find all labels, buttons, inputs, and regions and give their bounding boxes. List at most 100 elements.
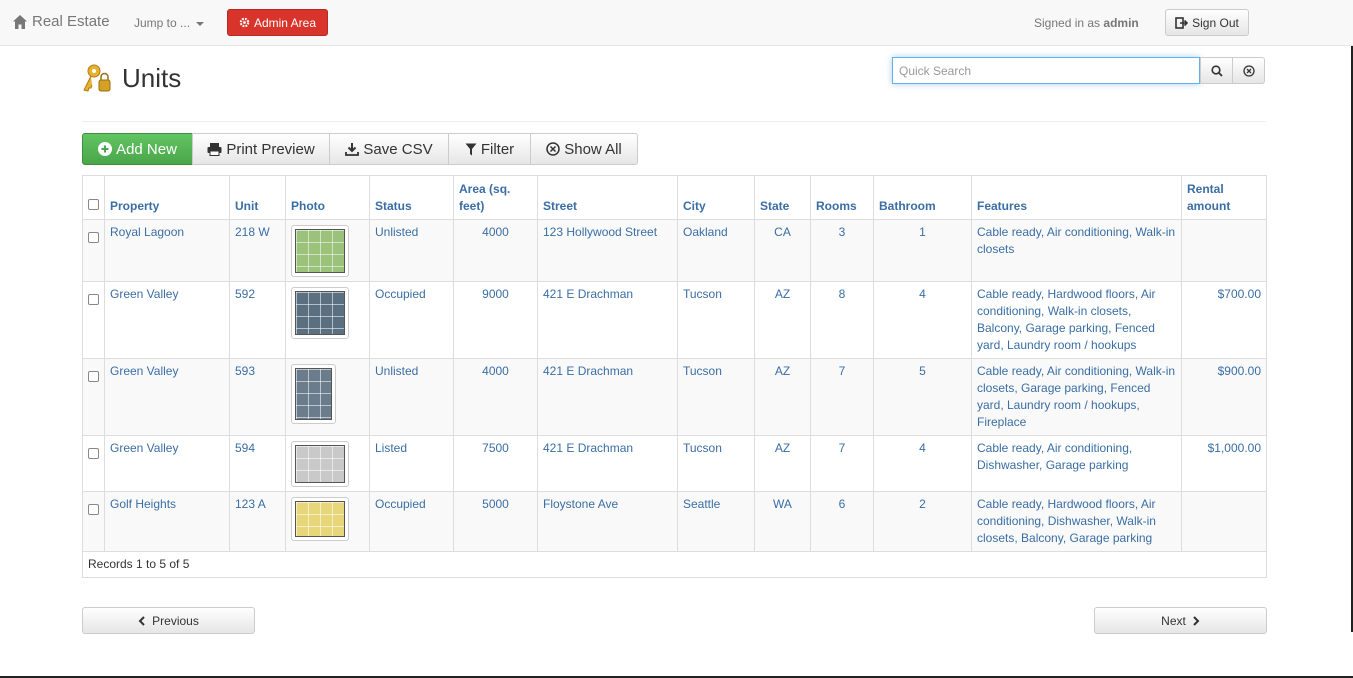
cell-rooms: 7 <box>810 435 874 492</box>
cell-status: Unlisted <box>369 219 454 282</box>
header-photo[interactable]: Photo <box>285 175 370 220</box>
sign-out-button[interactable]: Sign Out <box>1165 9 1249 36</box>
header-bathroom[interactable]: Bathroom <box>873 175 972 220</box>
add-new-button[interactable]: Add New <box>82 133 193 165</box>
row-checkbox[interactable] <box>88 448 99 459</box>
photo-thumbnail[interactable] <box>291 441 349 487</box>
page-header: Units <box>82 62 181 94</box>
cell-city: Tucson <box>677 281 755 359</box>
clear-search-button[interactable] <box>1232 57 1265 84</box>
cell-property[interactable]: Green Valley <box>104 358 230 436</box>
cell-area: 7500 <box>453 435 538 492</box>
cell-area: 9000 <box>453 281 538 359</box>
select-all-cell <box>82 175 105 220</box>
header-property[interactable]: Property <box>104 175 230 220</box>
search-button[interactable] <box>1200 57 1233 84</box>
cell-unit[interactable]: 593 <box>229 358 286 436</box>
cell-rental-amount: $1,000.00 <box>1181 435 1267 492</box>
save-csv-label: Save CSV <box>363 140 433 158</box>
quick-search <box>892 57 1266 84</box>
table-row[interactable]: Royal Lagoon 218 W Unlisted 4000 123 Hol… <box>82 219 1267 282</box>
photo-thumbnail[interactable] <box>291 225 349 277</box>
cell-bathroom: 5 <box>873 358 972 436</box>
cell-rental-amount <box>1181 491 1267 552</box>
table-row[interactable]: Green Valley 594 Listed 7500 421 E Drach… <box>82 435 1267 492</box>
cell-bathroom: 4 <box>873 281 972 359</box>
header-features[interactable]: Features <box>971 175 1182 220</box>
row-checkbox-cell <box>82 358 105 436</box>
cell-property[interactable]: Green Valley <box>104 281 230 359</box>
clear-circle-icon <box>546 142 560 156</box>
search-icon <box>1210 64 1223 77</box>
cell-unit[interactable]: 123 A <box>229 491 286 552</box>
keys-icon <box>83 64 111 92</box>
cell-features: Cable ready, Air conditioning, Walk-in c… <box>971 358 1182 436</box>
jump-to-dropdown[interactable]: Jump to ... <box>134 16 205 30</box>
cell-status: Occupied <box>369 281 454 359</box>
download-icon <box>345 143 360 156</box>
jump-to-label: Jump to ... <box>134 16 191 30</box>
cell-bathroom: 4 <box>873 435 972 492</box>
cell-unit[interactable]: 594 <box>229 435 286 492</box>
cell-city: Tucson <box>677 358 755 436</box>
brand-label: Real Estate <box>32 13 110 30</box>
brand-link[interactable]: Real Estate <box>12 13 110 30</box>
cell-unit[interactable]: 592 <box>229 281 286 359</box>
select-all-checkbox[interactable] <box>88 199 99 210</box>
cell-property[interactable]: Green Valley <box>104 435 230 492</box>
sign-out-icon <box>1175 16 1189 29</box>
row-checkbox[interactable] <box>88 294 99 305</box>
photo-thumbnail[interactable] <box>291 497 349 541</box>
cell-street: 123 Hollywood Street <box>537 219 678 282</box>
chevron-right-icon <box>1193 615 1200 626</box>
cell-rental-amount: $700.00 <box>1181 281 1267 359</box>
header-rooms[interactable]: Rooms <box>810 175 874 220</box>
row-checkbox[interactable] <box>88 232 99 243</box>
quick-search-input[interactable] <box>892 57 1200 84</box>
print-preview-button[interactable]: Print Preview <box>192 133 330 165</box>
filter-icon <box>465 143 477 155</box>
header-street[interactable]: Street <box>537 175 678 220</box>
table-row[interactable]: Green Valley 592 Occupied 9000 421 E Dra… <box>82 281 1267 359</box>
plus-circle-icon <box>98 142 113 156</box>
cell-bathroom: 2 <box>873 491 972 552</box>
home-icon <box>13 14 27 29</box>
header-city[interactable]: City <box>677 175 755 220</box>
header-area[interactable]: Area (sq. feet) <box>453 175 538 220</box>
row-checkbox[interactable] <box>88 371 99 382</box>
table-row[interactable]: Golf Heights 123 A Occupied 5000 Floysto… <box>82 491 1267 552</box>
cell-rooms: 7 <box>810 358 874 436</box>
save-csv-button[interactable]: Save CSV <box>329 133 449 165</box>
cell-property[interactable]: Royal Lagoon <box>104 219 230 282</box>
previous-button[interactable]: Previous <box>82 607 255 634</box>
next-button[interactable]: Next <box>1094 607 1267 634</box>
table-header-row: Property Unit Photo Status Area (sq. fee… <box>82 175 1267 220</box>
add-new-label: Add New <box>116 140 177 158</box>
filter-button[interactable]: Filter <box>448 133 531 165</box>
gear-icon <box>239 17 250 28</box>
cell-property[interactable]: Golf Heights <box>104 491 230 552</box>
cell-street: 421 E Drachman <box>537 358 678 436</box>
show-all-button[interactable]: Show All <box>530 133 638 165</box>
cell-status: Listed <box>369 435 454 492</box>
photo-thumbnail[interactable] <box>291 364 336 424</box>
sign-out-label: Sign Out <box>1192 15 1239 30</box>
units-table: Property Unit Photo Status Area (sq. fee… <box>82 175 1267 578</box>
admin-area-button[interactable]: Admin Area <box>227 9 328 36</box>
cell-street: Floystone Ave <box>537 491 678 552</box>
cell-rental-amount <box>1181 219 1267 282</box>
records-count: Records 1 to 5 of 5 <box>82 551 1267 578</box>
header-rental-amount[interactable]: Rental amount <box>1181 175 1267 220</box>
cell-city: Tucson <box>677 435 755 492</box>
photo-thumbnail[interactable] <box>291 287 349 339</box>
cell-city: Seattle <box>677 491 755 552</box>
cell-unit[interactable]: 218 W <box>229 219 286 282</box>
header-unit[interactable]: Unit <box>229 175 286 220</box>
previous-label: Previous <box>152 613 199 628</box>
row-checkbox[interactable] <box>88 504 99 515</box>
header-status[interactable]: Status <box>369 175 454 220</box>
header-state[interactable]: State <box>754 175 811 220</box>
cell-rooms: 8 <box>810 281 874 359</box>
table-row[interactable]: Green Valley 593 Unlisted 4000 421 E Dra… <box>82 358 1267 436</box>
cell-area: 4000 <box>453 219 538 282</box>
